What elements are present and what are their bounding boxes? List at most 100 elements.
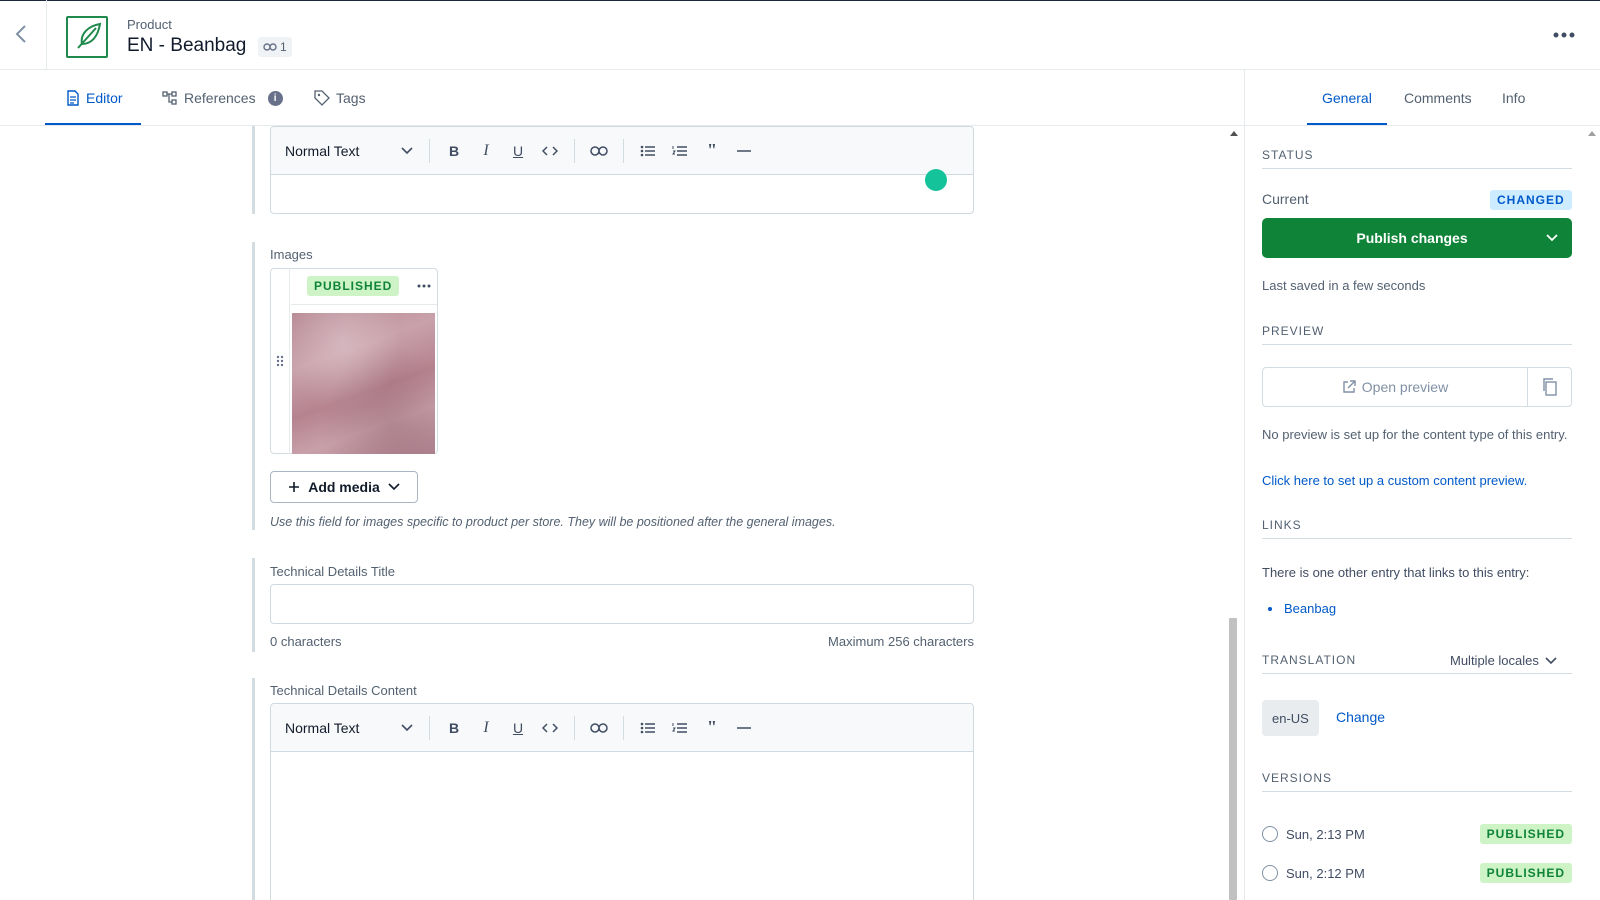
- version-radio[interactable]: [1262, 826, 1278, 842]
- tech-title-input[interactable]: [270, 584, 974, 624]
- back-button[interactable]: [10, 22, 34, 46]
- tab-tags[interactable]: Tags: [314, 70, 366, 126]
- version-time: Sun, 2:13 PM: [1286, 826, 1365, 842]
- active-tab-indicator: [45, 123, 141, 125]
- chevron-down-icon: [388, 483, 400, 491]
- publish-options-toggle[interactable]: [1532, 234, 1572, 242]
- rich-text-toolbar: Normal Text B I U ": [271, 127, 973, 175]
- hyperlink-icon[interactable]: [583, 135, 615, 167]
- italic-icon[interactable]: I: [470, 712, 502, 744]
- quote-icon[interactable]: ": [696, 135, 728, 167]
- open-preview-button[interactable]: Open preview: [1263, 368, 1528, 406]
- text-style-value: Normal Text: [285, 719, 360, 736]
- link-icon: [263, 43, 277, 51]
- links-note: There is one other entry that links to t…: [1262, 565, 1530, 580]
- bulleted-list-icon[interactable]: [632, 712, 664, 744]
- references-icon: [162, 91, 177, 105]
- drag-handle-icon: [276, 355, 283, 367]
- last-saved-text: Last saved in a few seconds: [1262, 278, 1426, 293]
- setup-preview-link[interactable]: Click here to set up a custom content pr…: [1262, 473, 1527, 488]
- reference-count-badge[interactable]: 1: [258, 37, 292, 57]
- tech-content-label: Technical Details Content: [270, 683, 417, 698]
- italic-icon[interactable]: I: [470, 135, 502, 167]
- content-type-icon: [66, 16, 108, 58]
- status-badge: PUBLISHED: [1479, 863, 1572, 883]
- tab-label: References: [184, 90, 256, 106]
- tab-label: Editor: [86, 90, 123, 106]
- sidebar-tab-info[interactable]: Info: [1502, 70, 1525, 126]
- field-indicator: [252, 558, 255, 652]
- linked-entry-link[interactable]: Beanbag: [1268, 601, 1336, 616]
- toolbar-divider: [429, 138, 430, 163]
- numbered-list-icon[interactable]: [664, 712, 696, 744]
- status-badge: PUBLISHED: [1479, 824, 1572, 844]
- copy-icon: [1542, 378, 1557, 396]
- version-time: Sun, 2:12 PM: [1286, 865, 1365, 881]
- field-indicator: [252, 126, 255, 214]
- header-divider: [46, 0, 47, 69]
- scroll-up-arrow[interactable]: [1230, 131, 1238, 136]
- sidebar-tab-comments[interactable]: Comments: [1404, 70, 1472, 126]
- status-current-label: Current: [1262, 191, 1309, 207]
- version-row[interactable]: Sun, 2:13 PM PUBLISHED: [1262, 823, 1572, 845]
- publish-changes-button[interactable]: Publish changes: [1262, 218, 1572, 258]
- tab-references[interactable]: References i: [162, 70, 283, 126]
- toolbar-divider: [574, 138, 575, 163]
- info-icon[interactable]: i: [267, 90, 283, 106]
- images-label: Images: [270, 247, 313, 262]
- underline-icon[interactable]: U: [502, 135, 534, 167]
- more-horizontal-icon: [1553, 32, 1575, 38]
- change-locale-link[interactable]: Change: [1336, 709, 1385, 725]
- chevron-left-icon: [15, 25, 26, 43]
- tab-editor[interactable]: Editor: [66, 70, 123, 126]
- scrollbar-thumb[interactable]: [1229, 618, 1237, 900]
- rich-text-editor[interactable]: Normal Text B I U ": [270, 126, 974, 214]
- rich-text-editor[interactable]: Normal Text B I U ": [270, 703, 974, 900]
- hyperlink-icon[interactable]: [583, 712, 615, 744]
- field-indicator: [252, 242, 255, 530]
- preview-note: No preview is set up for the content typ…: [1262, 427, 1568, 442]
- more-options-button[interactable]: [1548, 22, 1580, 48]
- code-icon[interactable]: [534, 135, 566, 167]
- image-thumbnail[interactable]: [292, 313, 435, 454]
- text-style-select[interactable]: Normal Text: [285, 143, 421, 159]
- toolbar-divider: [429, 715, 430, 740]
- quote-icon[interactable]: ": [696, 712, 728, 744]
- drag-handle[interactable]: [270, 268, 290, 454]
- field-indicator: [252, 678, 255, 900]
- entry-title: EN - Beanbag: [127, 35, 247, 56]
- copy-preview-button[interactable]: [1528, 368, 1571, 406]
- horizontal-rule-icon[interactable]: [728, 712, 760, 744]
- locale-mode-select[interactable]: Multiple locales: [1450, 653, 1557, 668]
- toolbar-divider: [623, 138, 624, 163]
- sidebar-scroll-up-arrow[interactable]: [1588, 131, 1596, 136]
- status-badge: CHANGED: [1490, 190, 1572, 210]
- numbered-list-icon[interactable]: [664, 135, 696, 167]
- chevron-down-icon: [401, 146, 413, 154]
- underline-icon[interactable]: U: [502, 712, 534, 744]
- grammarly-icon[interactable]: [925, 169, 947, 191]
- document-icon: [67, 90, 79, 106]
- chevron-down-icon: [1546, 234, 1558, 242]
- version-row[interactable]: Sun, 2:12 PM PUBLISHED: [1262, 862, 1572, 884]
- text-style-select[interactable]: Normal Text: [285, 720, 421, 736]
- tag-icon: [314, 90, 330, 106]
- plus-icon: [289, 482, 300, 492]
- image-more-button[interactable]: [417, 284, 431, 288]
- preview-heading: PREVIEW: [1262, 324, 1572, 345]
- status-badge: PUBLISHED: [307, 276, 400, 296]
- sidebar-tab-general[interactable]: General: [1322, 70, 1372, 126]
- content-type-label: Product: [127, 17, 172, 32]
- horizontal-rule-icon[interactable]: [728, 135, 760, 167]
- add-media-button[interactable]: Add media: [270, 471, 418, 503]
- locale-pill: en-US: [1262, 700, 1319, 736]
- bold-icon[interactable]: B: [438, 135, 470, 167]
- tech-title-label: Technical Details Title: [270, 564, 395, 579]
- version-radio[interactable]: [1262, 865, 1278, 881]
- linked-entry-label: Beanbag: [1284, 601, 1337, 616]
- status-heading: STATUS: [1262, 148, 1572, 169]
- bold-icon[interactable]: B: [438, 712, 470, 744]
- toolbar-divider: [574, 715, 575, 740]
- code-icon[interactable]: [534, 712, 566, 744]
- bulleted-list-icon[interactable]: [632, 135, 664, 167]
